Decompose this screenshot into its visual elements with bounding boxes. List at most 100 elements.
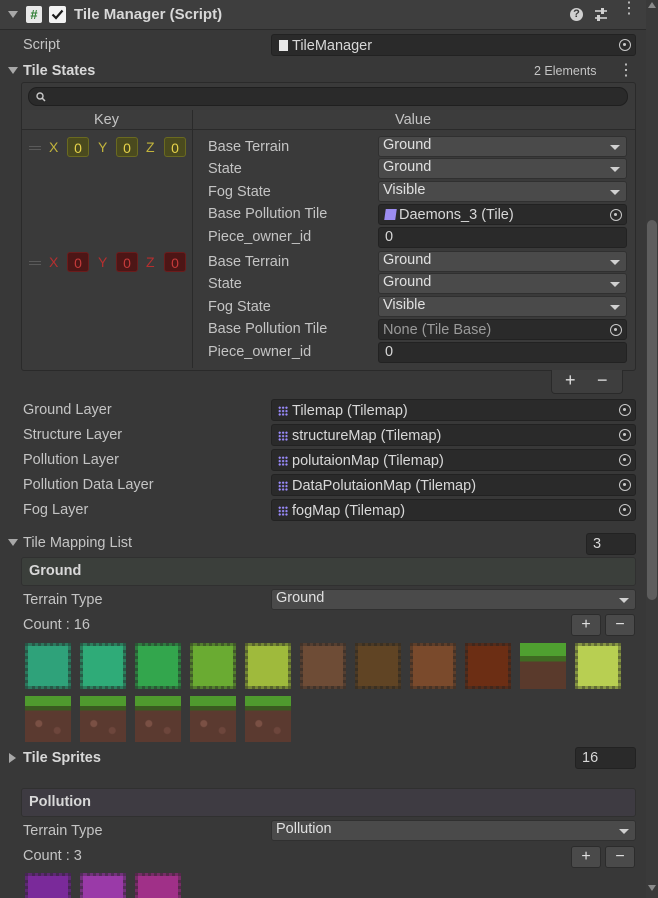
chevron-down-icon <box>610 144 620 150</box>
key-y-value[interactable]: 0 <box>116 252 138 272</box>
remove-entry-button[interactable]: − <box>597 370 608 391</box>
fog-state-label: Fog State <box>208 299 271 315</box>
list-footer: + − <box>551 370 623 394</box>
tile-sprite-thumbnail[interactable] <box>575 643 621 689</box>
search-input[interactable] <box>28 87 628 106</box>
fog-state-dropdown[interactable]: Visible <box>378 296 627 317</box>
tile-states-foldout-icon[interactable] <box>8 67 18 74</box>
tile-sprite-thumbnail[interactable] <box>245 643 291 689</box>
tile-sprite-thumbnail[interactable] <box>355 643 401 689</box>
key-y-label: Y <box>98 254 108 270</box>
add-sprite-button[interactable]: + <box>571 614 601 636</box>
state-label: State <box>208 161 242 177</box>
add-sprite-button[interactable]: + <box>571 846 601 868</box>
key-column-header: Key <box>94 112 119 128</box>
object-picker-icon[interactable] <box>619 39 631 51</box>
pollution-layer-value: polutaionMap (Tilemap) <box>292 453 444 469</box>
owner-input[interactable]: 0 <box>378 342 627 363</box>
tile-sprite-thumbnail[interactable] <box>135 873 181 898</box>
tile-mapping-foldout-icon[interactable] <box>8 539 18 546</box>
tile-sprite-thumbnail[interactable] <box>135 643 181 689</box>
tile-states-menu-icon[interactable]: ⋮ <box>618 60 634 80</box>
pollution-layer-field[interactable]: polutaionMap (Tilemap) <box>271 449 636 471</box>
tilemap-icon <box>278 481 288 491</box>
collapse-arrow-icon[interactable] <box>8 11 18 18</box>
tile-sprite-thumbnail[interactable] <box>245 696 291 742</box>
object-picker-icon[interactable] <box>619 404 631 416</box>
owner-label: Piece_owner_id <box>208 344 312 360</box>
base-terrain-value: Ground <box>383 137 432 153</box>
tile-sprite-thumbnail[interactable] <box>25 873 71 898</box>
tile-sprites-foldout-icon[interactable] <box>9 753 16 763</box>
scrollbar-thumb[interactable] <box>647 220 657 600</box>
terrain-type-value: Ground <box>276 590 325 606</box>
remove-sprite-button[interactable]: − <box>605 614 635 636</box>
pollution-data-layer-field[interactable]: DataPolutaionMap (Tilemap) <box>271 474 636 496</box>
scroll-up-arrow-icon[interactable] <box>648 2 656 8</box>
base-terrain-dropdown[interactable]: Ground <box>378 136 627 157</box>
value-column-header: Value <box>395 112 432 128</box>
state-dropdown[interactable]: Ground <box>378 158 627 179</box>
object-picker-icon[interactable] <box>619 429 631 441</box>
object-picker-icon[interactable] <box>610 208 622 221</box>
script-field[interactable]: TileManager <box>271 34 636 56</box>
fog-layer-field[interactable]: fogMap (Tilemap) <box>271 499 636 521</box>
key-z-value[interactable]: 0 <box>164 252 186 272</box>
fog-layer-value: fogMap (Tilemap) <box>292 503 406 519</box>
key-x-value[interactable]: 0 <box>67 252 89 272</box>
fog-state-label: Fog State <box>208 184 271 200</box>
tilemap-icon <box>278 406 288 416</box>
tile-sprite-thumbnail[interactable] <box>190 696 236 742</box>
drag-handle-icon[interactable] <box>29 261 41 265</box>
object-picker-icon[interactable] <box>619 479 631 491</box>
object-picker-icon[interactable] <box>610 323 622 336</box>
tile-sprite-thumbnail[interactable] <box>25 696 71 742</box>
object-picker-icon[interactable] <box>619 454 631 466</box>
pollution-tile-field[interactable]: Daemons_3 (Tile) <box>378 204 627 225</box>
ground-layer-field[interactable]: Tilemap (Tilemap) <box>271 399 636 421</box>
tile-sprite-thumbnail[interactable] <box>190 643 236 689</box>
script-label: Script <box>23 37 61 53</box>
enabled-checkbox[interactable] <box>49 6 66 23</box>
add-entry-button[interactable]: + <box>565 370 576 391</box>
tile-sprite-thumbnail[interactable] <box>80 696 126 742</box>
tile-states-label[interactable]: Tile States <box>23 63 95 79</box>
tile-sprite-thumbnail[interactable] <box>520 643 566 689</box>
key-x-label: X <box>49 139 59 155</box>
tile-sprites-size-input[interactable]: 16 <box>575 747 636 769</box>
help-icon[interactable]: ? <box>570 8 583 21</box>
drag-handle-icon[interactable] <box>29 146 41 150</box>
tile-mapping-label[interactable]: Tile Mapping List <box>23 535 132 551</box>
structure-layer-field[interactable]: structureMap (Tilemap) <box>271 424 636 446</box>
key-z-value[interactable]: 0 <box>164 137 186 157</box>
terrain-type-value: Pollution <box>276 821 332 837</box>
tile-sprites-label[interactable]: Tile Sprites <box>23 750 101 766</box>
tile-sprite-thumbnail[interactable] <box>135 696 181 742</box>
pollution-tile-value: Daemons_3 (Tile) <box>399 207 514 223</box>
terrain-type-dropdown[interactable]: Pollution <box>271 820 636 841</box>
scroll-down-arrow-icon[interactable] <box>648 885 656 891</box>
fog-state-dropdown[interactable]: Visible <box>378 181 627 202</box>
owner-input[interactable]: 0 <box>378 227 627 248</box>
component-menu-icon[interactable]: ⋮ <box>621 1 637 17</box>
key-x-label: X <box>49 254 59 270</box>
chevron-down-icon <box>610 304 620 310</box>
tile-mapping-size-input[interactable]: 3 <box>586 533 636 555</box>
key-y-value[interactable]: 0 <box>116 137 138 157</box>
tile-sprite-thumbnail[interactable] <box>80 873 126 898</box>
pollution-tile-field[interactable]: None (Tile Base) <box>378 319 627 340</box>
presets-icon[interactable] <box>594 7 608 22</box>
tile-sprite-thumbnail[interactable] <box>465 643 511 689</box>
terrain-type-dropdown[interactable]: Ground <box>271 589 636 610</box>
count-label: Count : 16 <box>23 617 90 633</box>
tile-sprite-thumbnail[interactable] <box>80 643 126 689</box>
base-terrain-dropdown[interactable]: Ground <box>378 251 627 272</box>
remove-sprite-button[interactable]: − <box>605 846 635 868</box>
tile-sprite-thumbnail[interactable] <box>25 643 71 689</box>
base-terrain-value: Ground <box>383 252 432 268</box>
tile-sprite-thumbnail[interactable] <box>410 643 456 689</box>
object-picker-icon[interactable] <box>619 504 631 516</box>
tile-sprite-thumbnail[interactable] <box>300 643 346 689</box>
key-x-value[interactable]: 0 <box>67 137 89 157</box>
state-dropdown[interactable]: Ground <box>378 273 627 294</box>
